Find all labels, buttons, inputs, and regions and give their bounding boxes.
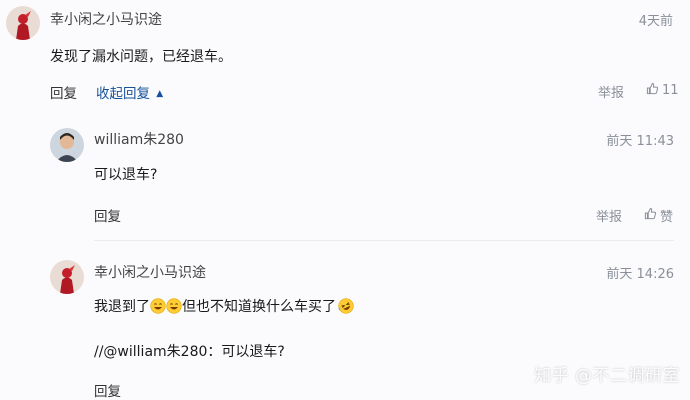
caret-up-icon: ▲	[156, 89, 164, 99]
comment-text-part1: 我退到了	[94, 299, 150, 315]
like-label: 赞	[660, 210, 674, 225]
avatar[interactable]	[50, 128, 84, 162]
like-button[interactable]: 赞	[644, 206, 673, 225]
avatar[interactable]	[6, 6, 40, 40]
grinning-face-emoji	[150, 298, 166, 314]
reply-button[interactable]: 回复	[94, 380, 121, 400]
collapse-replies-label: 收起回复	[96, 86, 150, 102]
grinning-face-emoji	[166, 298, 182, 314]
comment-author[interactable]: 幸小闲之小马识途	[50, 9, 162, 29]
avatar[interactable]	[50, 260, 84, 294]
comment-text: 发现了漏水问题，已经退车。	[50, 49, 232, 65]
comment-author[interactable]: william朱280	[94, 129, 184, 149]
comment-time: 4天前	[638, 14, 673, 29]
rolling-laughing-emoji	[338, 298, 354, 314]
reply-button[interactable]: 回复	[94, 205, 121, 225]
comment-author[interactable]: 幸小闲之小马识途	[94, 262, 206, 282]
like-button[interactable]: 11	[646, 82, 679, 99]
thumbs-up-icon	[646, 82, 659, 99]
watermark: 知乎 @不二调研室	[534, 366, 680, 386]
comment-text: 我退到了 但也不知道换什么车买了	[94, 296, 354, 316]
like-count: 11	[662, 83, 679, 98]
comment-time: 前天 14:26	[606, 267, 674, 282]
comment-time: 前天 11:43	[606, 134, 674, 149]
thumbs-up-icon	[644, 207, 657, 224]
quoted-reply: //@william朱280：可以退车?	[94, 344, 285, 360]
report-button[interactable]: 举报	[596, 206, 622, 225]
report-button[interactable]: 举报	[598, 82, 624, 101]
divider	[94, 240, 674, 241]
comment-text: 可以退车?	[94, 167, 158, 183]
comment-text-part2: 但也不知道换什么车买了	[182, 299, 336, 315]
reply-button[interactable]: 回复	[50, 82, 77, 102]
collapse-replies-button[interactable]: 收起回复 ▲	[96, 82, 163, 102]
